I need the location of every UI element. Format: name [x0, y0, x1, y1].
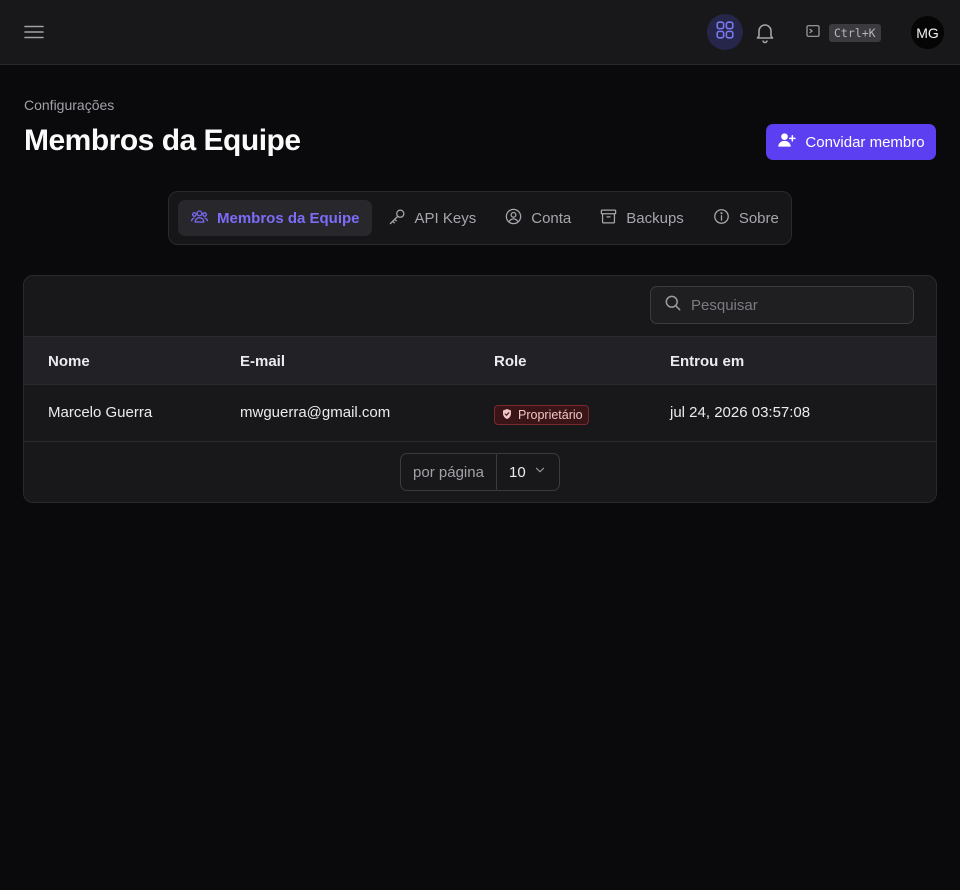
member-email: mwguerra@gmail.com — [240, 404, 391, 421]
info-icon — [712, 207, 731, 230]
search-icon — [663, 293, 683, 318]
table-header: Nome E-mail Role Entrou em — [24, 336, 936, 385]
breadcrumb: Configurações — [24, 97, 115, 113]
settings-tabs: Membros da Equipe API Keys Conta Backups — [168, 191, 792, 245]
tab-team-members[interactable]: Membros da Equipe — [178, 200, 372, 236]
shield-check-icon — [501, 408, 513, 423]
top-bar: Ctrl+K MG — [0, 0, 960, 65]
shortcut-key: Ctrl+K — [829, 24, 881, 42]
page-title: Membros da Equipe — [24, 124, 301, 157]
column-header-joined[interactable]: Entrou em — [670, 353, 744, 370]
user-plus-icon — [777, 130, 797, 154]
apps-grid-icon — [714, 19, 736, 46]
tab-account[interactable]: Conta — [492, 200, 583, 236]
member-name: Marcelo Guerra — [48, 404, 153, 421]
search-box[interactable] — [650, 286, 914, 324]
notifications-bell-icon[interactable] — [753, 20, 777, 44]
tab-label: Sobre — [738, 209, 779, 227]
search-input[interactable] — [691, 296, 891, 314]
member-joined-date: jul 24, 2026 03:57:08 — [670, 404, 811, 421]
key-icon — [388, 207, 407, 230]
hamburger-menu-icon[interactable] — [22, 20, 46, 44]
archive-icon — [599, 207, 618, 230]
user-circle-icon — [504, 207, 523, 230]
per-page-select[interactable]: 10 — [497, 454, 559, 490]
user-avatar[interactable]: MG — [911, 16, 944, 49]
users-icon — [190, 207, 209, 230]
invite-member-label: Convidar membro — [805, 133, 925, 151]
role-badge-label: Proprietário — [518, 408, 583, 422]
terminal-icon — [805, 23, 821, 44]
tab-label: Membros da Equipe — [217, 209, 360, 227]
chevron-down-icon — [533, 463, 547, 481]
tab-label: Conta — [531, 209, 572, 227]
role-badge: Proprietário — [494, 405, 589, 425]
members-table-card: Nome E-mail Role Entrou em Marcelo Guerr… — [23, 275, 937, 503]
column-header-email[interactable]: E-mail — [240, 353, 285, 370]
column-header-name[interactable]: Nome — [48, 353, 90, 370]
apps-grid-button[interactable] — [707, 14, 743, 50]
per-page-value: 10 — [509, 463, 526, 481]
tab-label: Backups — [626, 209, 684, 227]
per-page-selector: por página 10 — [400, 453, 560, 491]
tab-about[interactable]: Sobre — [700, 200, 791, 236]
tab-backups[interactable]: Backups — [587, 200, 696, 236]
column-header-role[interactable]: Role — [494, 353, 527, 370]
command-palette-button[interactable]: Ctrl+K — [805, 22, 881, 44]
invite-member-button[interactable]: Convidar membro — [766, 124, 936, 160]
per-page-label: por página — [401, 454, 497, 490]
tab-api-keys[interactable]: API Keys — [376, 200, 489, 236]
table-row[interactable]: Marcelo Guerra mwguerra@gmail.com Propri… — [24, 385, 936, 442]
tab-label: API Keys — [414, 209, 477, 227]
